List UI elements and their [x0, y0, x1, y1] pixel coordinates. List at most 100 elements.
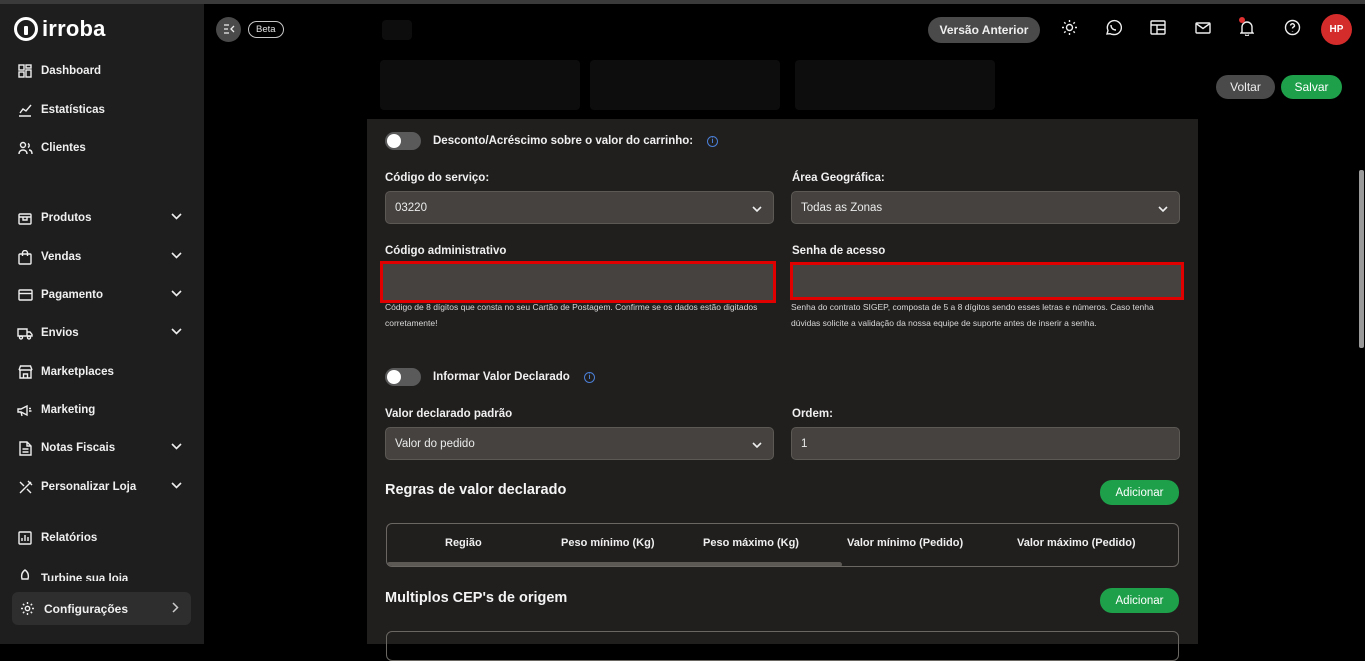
back-button[interactable]: Voltar: [1216, 75, 1275, 99]
save-button[interactable]: Salvar: [1281, 75, 1342, 99]
truck-icon: [16, 324, 34, 342]
service-code-value: 03220: [395, 201, 427, 214]
declared-default-select[interactable]: Valor do pedido: [385, 427, 774, 460]
user-avatar[interactable]: HP: [1321, 14, 1352, 45]
grid-icon: [16, 62, 34, 80]
table-header-peso-maximo: Peso máximo (Kg): [703, 537, 799, 549]
brand-name: irroba: [42, 16, 106, 41]
chevron-down-icon: [752, 204, 762, 216]
sidebar-item-label: Envios: [41, 327, 79, 339]
area-label: Área Geográfica:: [792, 172, 885, 184]
layout-icon: [1150, 20, 1166, 40]
whatsapp-icon: [1105, 19, 1122, 41]
admin-code-input[interactable]: [380, 261, 776, 303]
whatsapp-button[interactable]: [1102, 19, 1124, 41]
megaphone-icon: [16, 401, 34, 419]
chevron-down-icon: [171, 211, 182, 223]
chevron-down-icon: [171, 441, 182, 453]
page-scrollbar[interactable]: [1359, 170, 1364, 348]
window-top-bar: [0, 0, 1365, 4]
chevron-down-icon: [171, 250, 182, 262]
theme-toggle-button[interactable]: [1058, 19, 1080, 41]
sidebar-item-marketing[interactable]: Marketing: [16, 398, 188, 422]
order-value: 1: [801, 437, 808, 450]
card-icon: [16, 286, 34, 304]
table-horizontal-scrollbar[interactable]: [387, 562, 842, 566]
mail-button[interactable]: [1192, 19, 1214, 41]
collapse-sidebar-button[interactable]: [216, 17, 241, 42]
table-header-regiao: Região: [445, 537, 482, 549]
background-tab-placeholder: [380, 60, 580, 110]
chevron-right-icon: [172, 602, 179, 616]
table-header-valor-maximo: Valor máximo (Pedido): [1017, 537, 1136, 549]
chevron-down-icon: [752, 440, 762, 452]
store-icon: [16, 363, 34, 381]
sidebar-item-label: Turbine sua loja: [41, 573, 129, 581]
sidebar-item-estatisticas[interactable]: Estatísticas: [16, 98, 188, 122]
sidebar-item-label: Dashboard: [41, 65, 102, 77]
info-icon[interactable]: i: [707, 136, 718, 147]
area-select[interactable]: Todas as Zonas: [791, 191, 1180, 224]
declared-default-label: Valor declarado padrão: [385, 408, 513, 420]
discount-toggle[interactable]: [385, 132, 421, 150]
sidebar-item-turbine[interactable]: Turbine sua loja: [16, 567, 188, 581]
sidebar-item-personalizar-loja[interactable]: Personalizar Loja: [16, 475, 188, 499]
gear-icon: [18, 600, 36, 618]
sidebar-item-label: Configurações: [44, 601, 129, 616]
declared-value-toggle-label: Informar Valor Declarado: [433, 371, 570, 383]
sidebar-item-label: Marketing: [41, 404, 96, 416]
sidebar-item-configuracoes[interactable]: Configurações: [12, 592, 191, 625]
admin-code-help: Código de 8 dígitos que consta no seu Ca…: [385, 302, 758, 328]
sidebar-item-label: Vendas: [41, 251, 82, 263]
sidebar-item-clientes[interactable]: Clientes: [16, 136, 188, 160]
chart-icon: [16, 101, 34, 119]
add-origin-cep-button[interactable]: Adicionar: [1100, 588, 1179, 613]
sidebar-item-label: Notas Fiscais: [41, 442, 116, 454]
previous-version-button[interactable]: Versão Anterior: [928, 17, 1040, 43]
declared-value-toggle[interactable]: [385, 368, 421, 386]
rocket-icon: [16, 567, 34, 581]
sidebar-item-label: Personalizar Loja: [41, 481, 137, 493]
notification-dot: [1239, 17, 1245, 23]
sidebar-item-vendas[interactable]: Vendas: [16, 245, 188, 269]
help-button[interactable]: [1281, 19, 1303, 41]
sidebar-item-relatorios[interactable]: Relatórios: [16, 526, 188, 550]
background-title-placeholder: [382, 20, 412, 40]
sidebar-item-notas-fiscais[interactable]: Notas Fiscais: [16, 436, 188, 460]
sidebar-item-produtos[interactable]: Produtos: [16, 206, 188, 230]
password-input[interactable]: [790, 262, 1184, 300]
sidebar-item-label: Produtos: [41, 212, 92, 224]
sidebar-item-marketplaces[interactable]: Marketplaces: [16, 360, 188, 384]
origin-ceps-table: [386, 631, 1179, 661]
sidebar-item-label: Estatísticas: [41, 104, 105, 116]
sidebar-item-envios[interactable]: Envios: [16, 321, 188, 345]
chevron-down-icon: [171, 288, 182, 300]
service-code-select[interactable]: 03220: [385, 191, 774, 224]
sidebar: irroba Dashboard Estatísticas Clientes P…: [0, 4, 204, 644]
chevron-down-icon: [171, 326, 182, 338]
sidebar-item-label: Marketplaces: [41, 366, 114, 378]
brand-logo[interactable]: irroba: [14, 16, 106, 42]
declared-default-value: Valor do pedido: [395, 437, 475, 450]
service-code-label: Código do serviço:: [385, 172, 490, 184]
password-label: Senha de acesso: [792, 245, 886, 257]
order-input[interactable]: 1: [791, 427, 1180, 460]
chevron-down-icon: [1158, 204, 1168, 216]
background-tab-placeholder: [795, 60, 995, 110]
store-layout-button[interactable]: [1147, 19, 1169, 41]
table-header-peso-minimo: Peso mínimo (Kg): [561, 537, 655, 549]
origin-ceps-title: Multiplos CEP's de origem: [385, 590, 568, 606]
report-icon: [16, 529, 34, 547]
info-icon[interactable]: i: [584, 372, 595, 383]
declared-rules-title: Regras de valor declarado: [385, 482, 567, 498]
sidebar-item-pagamento[interactable]: Pagamento: [16, 283, 188, 307]
order-label: Ordem:: [792, 408, 833, 420]
document-icon: [16, 439, 34, 457]
mail-icon: [1195, 21, 1211, 39]
tools-icon: [16, 478, 34, 496]
table-header-valor-minimo: Valor mínimo (Pedido): [847, 537, 964, 549]
add-rule-button[interactable]: Adicionar: [1100, 480, 1179, 505]
help-icon: [1284, 19, 1301, 41]
logo-icon: [14, 17, 38, 41]
sidebar-item-dashboard[interactable]: Dashboard: [16, 59, 188, 83]
